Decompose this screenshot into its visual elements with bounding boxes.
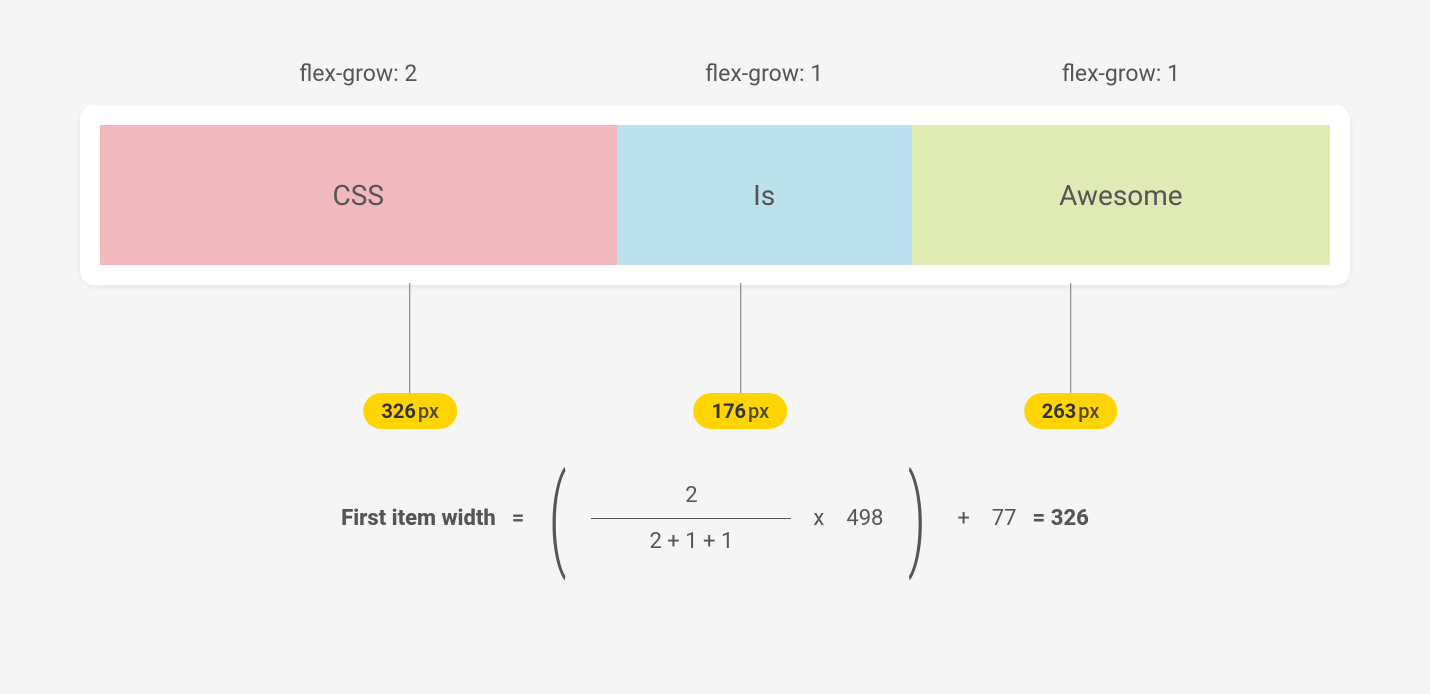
- formula-equals-2: =: [1033, 506, 1046, 531]
- width-pill-3: 263 px: [1024, 393, 1118, 429]
- width-pill-2: 176 px: [694, 393, 788, 429]
- fraction-bar: [591, 518, 791, 519]
- width-unit-3: px: [1078, 399, 1099, 423]
- diagram-stage: flex-grow: 2 flex-grow: 1 flex-grow: 1 C…: [80, 60, 1350, 573]
- flex-grow-label-2: flex-grow: 1: [617, 60, 912, 87]
- formula-multiplier: 498: [846, 506, 883, 531]
- formula-fraction: 2 2 + 1 + 1: [591, 483, 791, 554]
- flex-item-3: Awesome: [912, 125, 1330, 265]
- flex-item-1: CSS: [100, 125, 617, 265]
- flex-item-3-text: Awesome: [1059, 179, 1183, 212]
- connector-3: 263 px: [1024, 283, 1118, 429]
- flex-grow-label-1: flex-grow: 2: [100, 60, 617, 87]
- width-unit-1: px: [418, 399, 439, 423]
- connector-1: 326 px: [363, 283, 457, 429]
- fraction-numerator: 2: [661, 483, 721, 508]
- formula-equals-1: =: [512, 506, 525, 531]
- paren-open-icon: (: [549, 463, 567, 573]
- width-value-1: 326: [381, 399, 415, 423]
- width-value-2: 176: [712, 399, 746, 423]
- flex-container-card: CSS Is Awesome: [80, 105, 1350, 285]
- width-pill-1: 326 px: [363, 393, 457, 429]
- connectors: 326 px 176 px 263 px: [80, 283, 1350, 433]
- formula: First item width = ( 2 2 + 1 + 1 x 498 )…: [80, 463, 1350, 573]
- formula-addend: 77: [992, 506, 1017, 531]
- flex-item-1-text: CSS: [333, 179, 384, 212]
- connector-line-2: [740, 283, 741, 393]
- plus-sign: +: [951, 506, 975, 531]
- flex-grow-label-3: flex-grow: 1: [912, 60, 1330, 87]
- flex-grow-labels-row: flex-grow: 2 flex-grow: 1 flex-grow: 1: [80, 60, 1350, 87]
- formula-result: = 326: [1033, 506, 1089, 531]
- fraction-denominator: 2 + 1 + 1: [625, 529, 757, 554]
- formula-label: First item width: [341, 506, 496, 531]
- connector-2: 176 px: [694, 283, 788, 429]
- connector-line-3: [1070, 283, 1071, 393]
- width-value-3: 263: [1042, 399, 1076, 423]
- formula-result-value: 326: [1051, 506, 1089, 531]
- paren-close-icon: ): [908, 463, 926, 573]
- flex-item-2: Is: [617, 125, 912, 265]
- connector-line-1: [410, 283, 411, 393]
- width-unit-2: px: [748, 399, 769, 423]
- multiply-sign: x: [807, 506, 830, 531]
- flex-item-2-text: Is: [753, 179, 775, 212]
